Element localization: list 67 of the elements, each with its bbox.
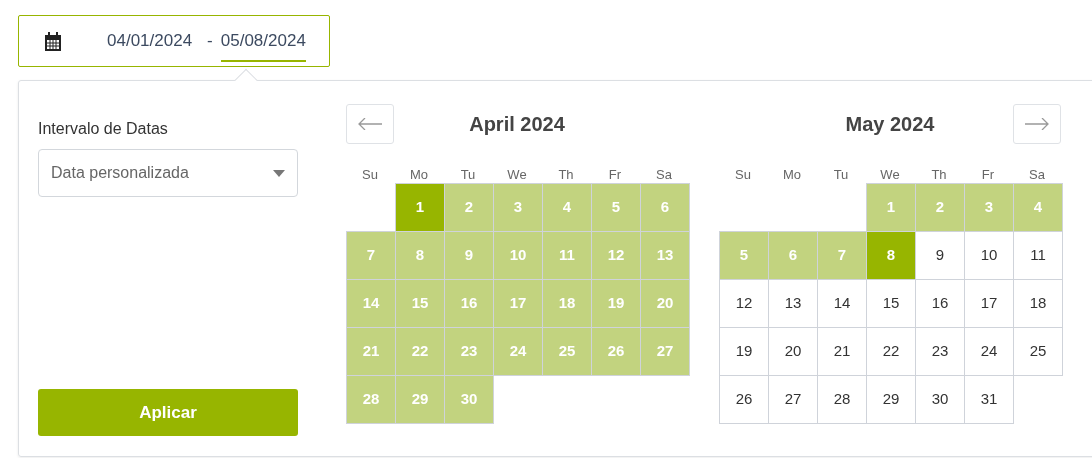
day-cell[interactable]: 12 [592, 232, 640, 279]
day-cell[interactable]: 8 [396, 232, 444, 279]
day-cell[interactable]: 10 [494, 232, 542, 279]
day-cell[interactable]: 1 [867, 184, 915, 231]
calendar-icon [44, 31, 62, 51]
right-arrow-icon [1025, 118, 1049, 130]
month-title: April 2024 [469, 112, 565, 137]
day-cell[interactable]: 19 [592, 280, 640, 327]
weekday-label: Fr [607, 166, 623, 183]
day-cell[interactable]: 21 [347, 328, 395, 375]
weekday-label: Tu [459, 166, 477, 183]
date-range-field[interactable]: 04/01/2024 - 05/08/2024 [18, 15, 330, 67]
day-cell[interactable]: 4 [543, 184, 591, 231]
weekday-label: Fr [980, 166, 996, 183]
day-cell[interactable]: 3 [965, 184, 1013, 231]
weekday-label: Mo [781, 166, 803, 183]
day-cell[interactable]: 29 [396, 376, 444, 423]
range-select[interactable]: Data personalizada [38, 149, 298, 197]
day-cell[interactable]: 26 [592, 328, 640, 375]
day-cell[interactable]: 27 [641, 328, 689, 375]
day-cell[interactable]: 4 [1014, 184, 1062, 231]
weekday-label: Th [930, 166, 948, 183]
day-cell[interactable]: 14 [347, 280, 395, 327]
weekday-label: Su [361, 166, 379, 183]
day-cell[interactable]: 5 [720, 232, 768, 279]
day-cell[interactable]: 2 [916, 184, 964, 231]
day-cell[interactable]: 5 [592, 184, 640, 231]
month-title: May 2024 [845, 112, 935, 137]
weekday-label: We [506, 166, 528, 183]
day-cell[interactable]: 6 [641, 184, 689, 231]
day-cell[interactable]: 1 [396, 184, 444, 231]
day-cell[interactable]: 24 [494, 328, 542, 375]
field-label: Intervalo de Datas [38, 119, 169, 139]
day-cell[interactable]: 15 [396, 280, 444, 327]
weekday-label: Sa [655, 166, 673, 183]
day-cell[interactable]: 17 [494, 280, 542, 327]
day-cell[interactable]: 30 [445, 376, 493, 423]
weekday-label: Mo [408, 166, 430, 183]
day-cell[interactable]: 23 [445, 328, 493, 375]
day-cell[interactable]: 22 [396, 328, 444, 375]
day-cell[interactable]: 3 [494, 184, 542, 231]
day-cell[interactable]: 7 [347, 232, 395, 279]
day-cell[interactable]: 28 [347, 376, 395, 423]
previous-month-button[interactable] [346, 104, 394, 144]
day-cell[interactable]: 20 [641, 280, 689, 327]
apply-button[interactable]: Aplicar [38, 389, 298, 436]
left-arrow-icon [358, 118, 382, 130]
day-cell[interactable]: 7 [818, 232, 866, 279]
weekday-label: Sa [1028, 166, 1046, 183]
day-cell[interactable]: 9 [445, 232, 493, 279]
day-cell[interactable]: 25 [543, 328, 591, 375]
day-cell[interactable]: 8 [867, 232, 915, 279]
day-cell[interactable]: 18 [543, 280, 591, 327]
caret-icon [273, 169, 285, 177]
separator-text: - [207, 30, 213, 53]
weekday-label: Tu [832, 166, 850, 183]
weekday-label: We [879, 166, 901, 183]
date-field[interactable]: 05/08/2024 [220, 20, 306, 62]
next-month-button[interactable] [1013, 104, 1061, 144]
date-field[interactable]: 04/01/2024 [107, 20, 193, 62]
day-cell[interactable]: 13 [641, 232, 689, 279]
day-cell[interactable]: 11 [543, 232, 591, 279]
day-cell[interactable]: 6 [769, 232, 817, 279]
day-cell[interactable]: 16 [445, 280, 493, 327]
weekday-label: Th [557, 166, 575, 183]
weekday-label: Su [734, 166, 752, 183]
day-cell[interactable]: 2 [445, 184, 493, 231]
